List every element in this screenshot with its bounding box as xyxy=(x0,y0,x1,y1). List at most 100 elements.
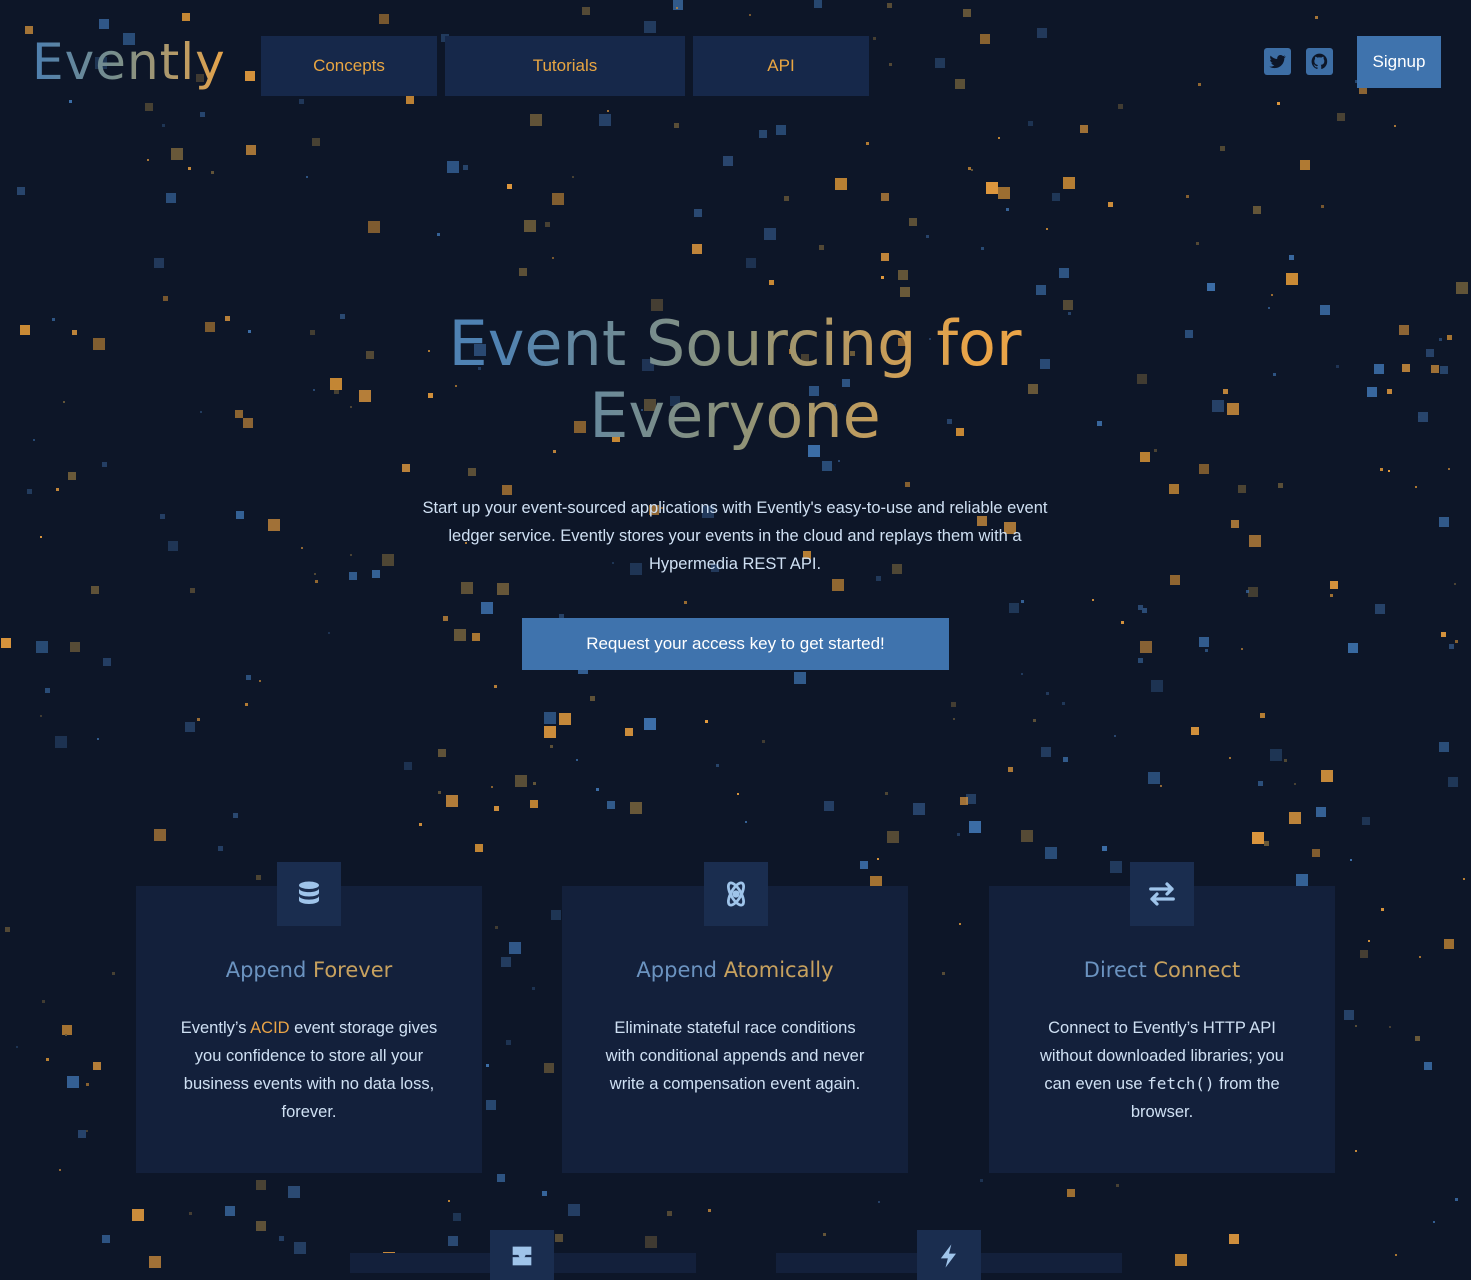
github-icon[interactable] xyxy=(1306,48,1333,75)
star-dot xyxy=(1455,1198,1458,1201)
star-dot xyxy=(1278,483,1283,488)
star-dot xyxy=(1046,228,1048,230)
fetch-code: fetch() xyxy=(1147,1074,1215,1093)
star-dot xyxy=(1315,16,1318,19)
star-dot xyxy=(1118,104,1123,109)
signup-button[interactable]: Signup xyxy=(1357,36,1441,88)
star-dot xyxy=(887,3,892,8)
star-dot xyxy=(1374,364,1384,374)
star-dot xyxy=(576,759,578,761)
star-dot xyxy=(881,193,889,201)
star-dot xyxy=(1151,680,1163,692)
star-dot xyxy=(69,100,72,103)
star-dot xyxy=(969,821,981,833)
star-dot xyxy=(1415,486,1417,488)
star-dot xyxy=(1418,416,1420,418)
star-dot xyxy=(1080,125,1088,133)
star-dot xyxy=(762,740,765,743)
star-dot xyxy=(599,114,611,126)
request-access-key-button[interactable]: Request your access key to get started! xyxy=(522,618,949,670)
star-dot xyxy=(382,554,394,566)
star-dot xyxy=(279,1236,284,1241)
star-dot xyxy=(268,519,280,531)
star-dot xyxy=(746,258,756,268)
hero-title-line2: Everyone xyxy=(589,379,881,452)
star-dot xyxy=(1264,841,1269,846)
star-dot xyxy=(132,1209,144,1221)
star-dot xyxy=(1350,859,1352,861)
evently-logo[interactable]: Evently xyxy=(32,30,226,94)
star-dot xyxy=(935,58,945,68)
star-dot xyxy=(860,861,868,869)
star-dot xyxy=(78,1130,86,1138)
star-dot xyxy=(1258,781,1263,786)
star-dot xyxy=(676,7,678,9)
star-dot xyxy=(463,165,468,170)
star-dot xyxy=(446,795,458,807)
star-dot xyxy=(256,1221,266,1231)
star-dot xyxy=(530,800,538,808)
star-dot xyxy=(86,1083,89,1086)
star-dot xyxy=(1160,785,1162,787)
star-dot xyxy=(294,1242,306,1254)
star-dot xyxy=(887,831,899,843)
star-dot xyxy=(1289,812,1301,824)
nav-tutorials[interactable]: Tutorials xyxy=(445,36,685,96)
star-dot xyxy=(1260,713,1265,718)
star-dot xyxy=(147,159,149,161)
star-dot xyxy=(533,782,536,785)
star-dot xyxy=(1362,817,1370,825)
star-dot xyxy=(197,718,200,721)
star-dot xyxy=(530,114,542,126)
star-dot xyxy=(102,1235,110,1243)
star-dot xyxy=(185,722,195,732)
star-dot xyxy=(93,338,105,350)
star-dot xyxy=(149,1256,161,1268)
star-dot xyxy=(550,745,553,748)
feature-text: Connect to Evently’s HTTP API without do… xyxy=(1040,1019,1284,1121)
twitter-icon[interactable] xyxy=(1264,48,1291,75)
star-dot xyxy=(1273,373,1276,376)
star-dot xyxy=(1348,643,1358,653)
star-dot xyxy=(1037,28,1047,38)
bolt-icon xyxy=(917,1230,981,1280)
star-dot xyxy=(419,823,422,826)
star-dot xyxy=(310,330,315,335)
star-dot xyxy=(1368,940,1370,942)
star-dot xyxy=(486,1064,489,1067)
star-dot xyxy=(1092,599,1094,601)
star-dot xyxy=(1286,273,1298,285)
star-dot xyxy=(544,712,556,724)
star-dot xyxy=(1344,1010,1354,1020)
star-dot xyxy=(166,193,176,203)
star-dot xyxy=(1415,1036,1420,1041)
star-dot xyxy=(491,786,493,788)
star-dot xyxy=(794,672,806,684)
nav-concepts[interactable]: Concepts xyxy=(261,36,437,96)
star-dot xyxy=(1148,772,1160,784)
star-dot xyxy=(1321,770,1333,782)
star-dot xyxy=(453,1213,461,1221)
star-dot xyxy=(1380,468,1383,471)
database-icon xyxy=(277,862,341,926)
nav-api[interactable]: API xyxy=(693,36,869,96)
star-dot xyxy=(1277,102,1280,105)
star-dot xyxy=(532,987,535,990)
star-dot xyxy=(705,720,708,723)
star-dot xyxy=(1447,335,1452,340)
star-dot xyxy=(959,923,961,925)
star-dot xyxy=(70,642,80,652)
star-dot xyxy=(1191,727,1199,735)
star-dot xyxy=(1140,641,1152,653)
star-dot xyxy=(404,762,412,770)
star-dot xyxy=(443,616,448,621)
star-dot xyxy=(877,858,879,860)
star-dot xyxy=(233,813,238,818)
star-dot xyxy=(1238,485,1246,493)
star-dot xyxy=(776,125,786,135)
star-dot xyxy=(1006,208,1009,211)
star-dot xyxy=(1296,874,1308,886)
star-dot xyxy=(590,696,595,701)
star-dot xyxy=(42,1000,45,1003)
star-dot xyxy=(716,764,719,767)
